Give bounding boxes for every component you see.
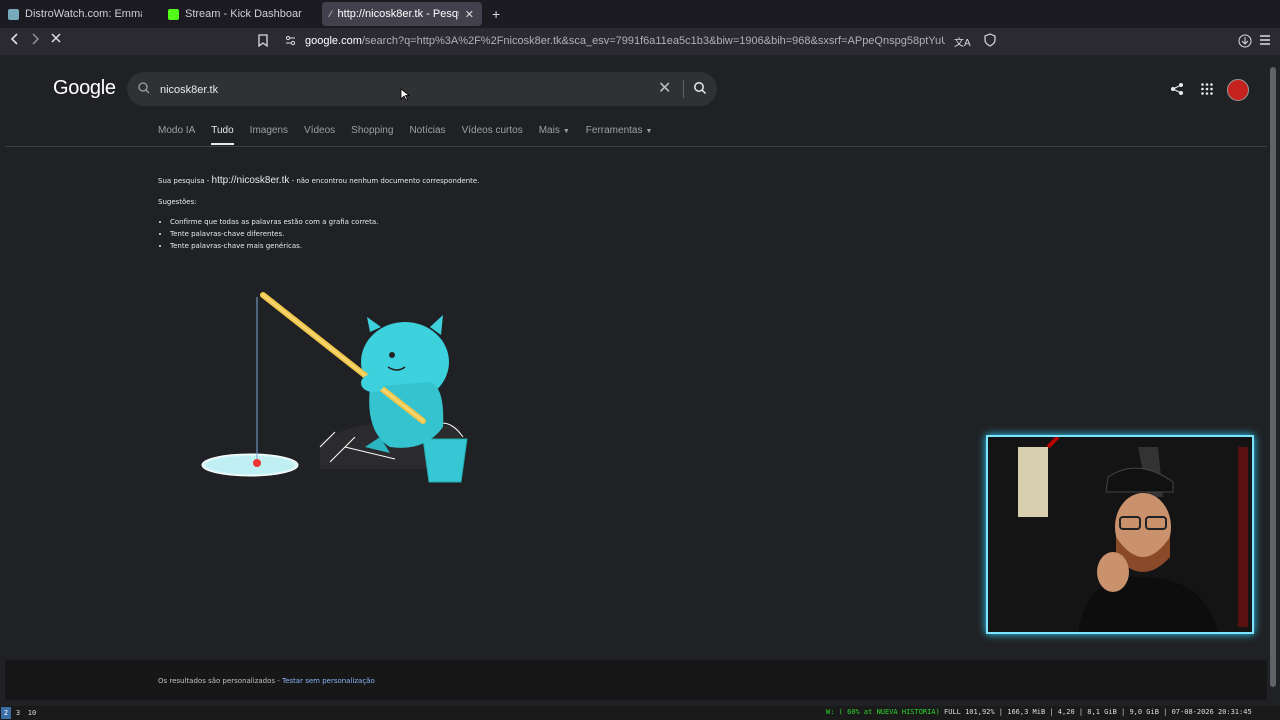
tab-label: Vídeos curtos (461, 125, 523, 136)
tab-videos[interactable]: Vídeos (304, 125, 335, 145)
loading-icon: ⁄ (330, 9, 332, 19)
suggestion-item: Tente palavras-chave mais genéricas. (170, 242, 479, 250)
caret-down-icon: ▼ (645, 128, 653, 135)
tab-label: Mais (538, 125, 560, 136)
suggestions-list: Confirme que todas as palavras estão com… (158, 218, 479, 250)
suggestion-item: Tente palavras-chave diferentes. (170, 230, 479, 238)
stop-loading-button[interactable] (46, 32, 66, 47)
tab-label: Imagens (249, 125, 289, 136)
search-tabs: Modo IA Tudo Imagens Vídeos Shopping Not… (158, 125, 668, 145)
workspace-button[interactable]: 10 (25, 707, 39, 719)
google-logo[interactable]: Google (53, 77, 116, 100)
shield-icon[interactable] (984, 33, 996, 50)
tab-label: Tudo (211, 125, 234, 136)
forward-button[interactable] (25, 33, 45, 48)
mouse-cursor-icon (400, 88, 410, 101)
header-divider (5, 146, 1267, 147)
browser-tab-bar: DistroWatch.com: Emmabuntu Stream - Kick… (0, 0, 1280, 28)
tab-label: http://nicosk8er.tk - Pesquisa (337, 8, 459, 20)
footer: Os resultados são personalizados - Testa… (5, 660, 1267, 700)
distrowatch-favicon-icon (8, 8, 19, 20)
footer-text: Os resultados são personalizados - (158, 677, 283, 685)
workspace-button[interactable]: 2 (1, 707, 11, 719)
tab-noticias[interactable]: Notícias (409, 125, 445, 145)
system-stats: FULL 101,92% | 166,3 MiB | 4,20 | 8,1 Gi… (944, 708, 1252, 716)
status-line: W: ( 60% at NUEVA HISTORIA) FULL 101,92%… (826, 708, 1252, 716)
avatar[interactable] (1227, 79, 1249, 101)
search-submit-icon[interactable] (693, 81, 707, 95)
webcam-feed-image (988, 437, 1252, 632)
try-without-personalization-link[interactable]: Testar sem personalização (282, 677, 375, 685)
share-icon[interactable] (1170, 82, 1184, 96)
suggestion-item: Confirme que todas as palavras estão com… (170, 218, 479, 226)
tab-videos-curtos[interactable]: Vídeos curtos (462, 125, 523, 145)
search-divider (683, 80, 684, 98)
personalization-note: Os resultados são personalizados - Testa… (158, 677, 375, 685)
navigation-bar: google.com/search?q=http%3A%2F%2Fnicosk8… (0, 28, 1280, 55)
fishing-monster-illustration (201, 292, 468, 483)
menu-icon[interactable] (1259, 34, 1271, 49)
tab-tudo[interactable]: Tudo (211, 125, 234, 145)
tab-label: Stream - Kick Dashboard (185, 8, 302, 20)
webcam-overlay (986, 435, 1254, 634)
download-icon[interactable] (1238, 34, 1252, 51)
address-bar[interactable]: google.com/search?q=http%3A%2F%2Fnicosk8… (305, 35, 945, 47)
tab-imagens[interactable]: Imagens (250, 125, 288, 145)
url-path: /search?q=http%3A%2F%2Fnicosk8er.tk&sca_… (361, 35, 945, 47)
tab-mais[interactable]: Mais ▼ (539, 125, 570, 145)
apps-grid-icon[interactable] (1200, 82, 1214, 96)
tab-label: Ferramentas (585, 125, 643, 136)
tab-label: Shopping (351, 125, 394, 136)
back-button[interactable] (5, 33, 25, 48)
wifi-status: W: ( 60% at NUEVA HISTORIA) (826, 708, 940, 716)
close-tab-icon[interactable]: ✕ (465, 8, 474, 21)
result-query: http://nicosk8er.tk (211, 175, 290, 186)
caret-down-icon: ▼ (562, 128, 570, 135)
tab-label: Vídeos (304, 125, 336, 136)
no-results-line: Sua pesquisa - http://nicosk8er.tk - não… (158, 175, 479, 186)
browser-tab-google-search[interactable]: ⁄ http://nicosk8er.tk - Pesquisa ✕ (322, 2, 482, 26)
clear-search-icon[interactable]: ✕ (658, 78, 671, 98)
tab-ferramentas[interactable]: Ferramentas ▼ (586, 125, 653, 145)
result-suffix: - não encontrou nenhum documento corresp… (289, 177, 480, 185)
workspace-button[interactable]: 3 (13, 707, 23, 719)
browser-tab-kick[interactable]: Stream - Kick Dashboard (160, 2, 310, 26)
url-domain: google.com (305, 35, 362, 47)
new-tab-button[interactable]: + (492, 6, 500, 22)
search-icon (138, 82, 150, 94)
tab-label: Notícias (409, 125, 446, 136)
result-prefix: Sua pesquisa - (158, 177, 212, 185)
close-icon (51, 33, 61, 43)
suggestions-title: Sugestões: (158, 198, 197, 206)
tab-label: DistroWatch.com: Emmabuntu (25, 8, 142, 20)
system-taskbar: 2 3 10 W: ( 60% at NUEVA HISTORIA) FULL … (0, 706, 1280, 720)
chevron-right-icon (32, 33, 40, 45)
browser-tab-distrowatch[interactable]: DistroWatch.com: Emmabuntu (0, 2, 150, 26)
kick-favicon-icon (168, 8, 179, 20)
site-info-icon[interactable] (285, 35, 296, 49)
translate-icon[interactable]: 文A (954, 34, 971, 49)
tab-shopping[interactable]: Shopping (351, 125, 393, 145)
tab-modo-ia[interactable]: Modo IA (158, 125, 195, 145)
no-results-message: Sua pesquisa - http://nicosk8er.tk - não… (158, 175, 479, 254)
page-scrollbar[interactable] (1267, 55, 1280, 700)
scrollbar-thumb[interactable] (1270, 67, 1276, 687)
search-input[interactable] (158, 80, 662, 100)
tab-label: Modo IA (158, 125, 196, 136)
search-box[interactable]: ✕ (127, 72, 717, 106)
chevron-left-icon (10, 33, 18, 45)
bookmark-icon[interactable] (258, 34, 268, 50)
